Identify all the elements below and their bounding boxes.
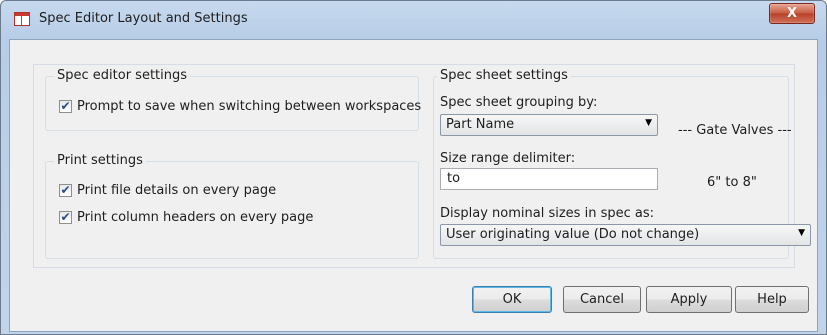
checkbox-box[interactable]: ✔ (59, 99, 72, 113)
delimiter-label: Size range delimiter: (440, 151, 576, 166)
dropdown-arrow-icon: ▼ (645, 118, 652, 128)
dropdown-arrow-icon: ▼ (798, 228, 805, 238)
close-icon: X (786, 6, 798, 21)
grouping-preview: --- Gate Valves --- (678, 123, 792, 138)
settings-panel: Spec editor settings ✔ Prompt to save wh… (33, 64, 811, 268)
dialog-window: Spec Editor Layout and Settings X Spec e… (0, 0, 827, 335)
delimiter-input-value: to (447, 171, 461, 186)
help-button[interactable]: Help (735, 286, 809, 313)
prompt-to-save-label: Prompt to save when switching between wo… (77, 99, 422, 114)
checkbox-box[interactable]: ✔ (59, 183, 72, 197)
delimiter-preview: 6" to 8" (707, 175, 757, 190)
checkmark-icon: ✔ (60, 99, 71, 113)
nominal-sizes-select-value: User originating value (Do not change) (446, 227, 700, 242)
print-settings-title: Print settings (54, 153, 146, 168)
dialog-body: Spec editor settings ✔ Prompt to save wh… (9, 39, 818, 332)
title-bar[interactable]: Spec Editor Layout and Settings X (1, 1, 826, 39)
grouping-select[interactable]: Part Name ▼ (440, 114, 658, 136)
window-title: Spec Editor Layout and Settings (39, 11, 248, 26)
checkmark-icon: ✔ (60, 183, 71, 197)
spec-sheet-icon (14, 12, 30, 26)
grouping-label: Spec sheet grouping by: (440, 95, 598, 110)
checkbox-box[interactable]: ✔ (59, 210, 72, 224)
close-button[interactable]: X (769, 3, 815, 24)
nominal-sizes-label: Display nominal sizes in spec as: (440, 206, 654, 221)
checkmark-icon: ✔ (60, 210, 71, 224)
apply-button[interactable]: Apply (646, 286, 732, 313)
print-file-details-label: Print file details on every page (77, 183, 277, 198)
nominal-sizes-select[interactable]: User originating value (Do not change) ▼ (440, 224, 811, 246)
delimiter-input[interactable]: to (440, 168, 658, 190)
print-column-headers-label: Print column headers on every page (77, 210, 314, 225)
spec-editor-settings-title: Spec editor settings (54, 68, 191, 83)
grouping-select-value: Part Name (446, 117, 515, 132)
spec-sheet-settings-title: Spec sheet settings (437, 68, 571, 83)
cancel-button[interactable]: Cancel (563, 286, 641, 313)
ok-button[interactable]: OK (472, 286, 552, 313)
